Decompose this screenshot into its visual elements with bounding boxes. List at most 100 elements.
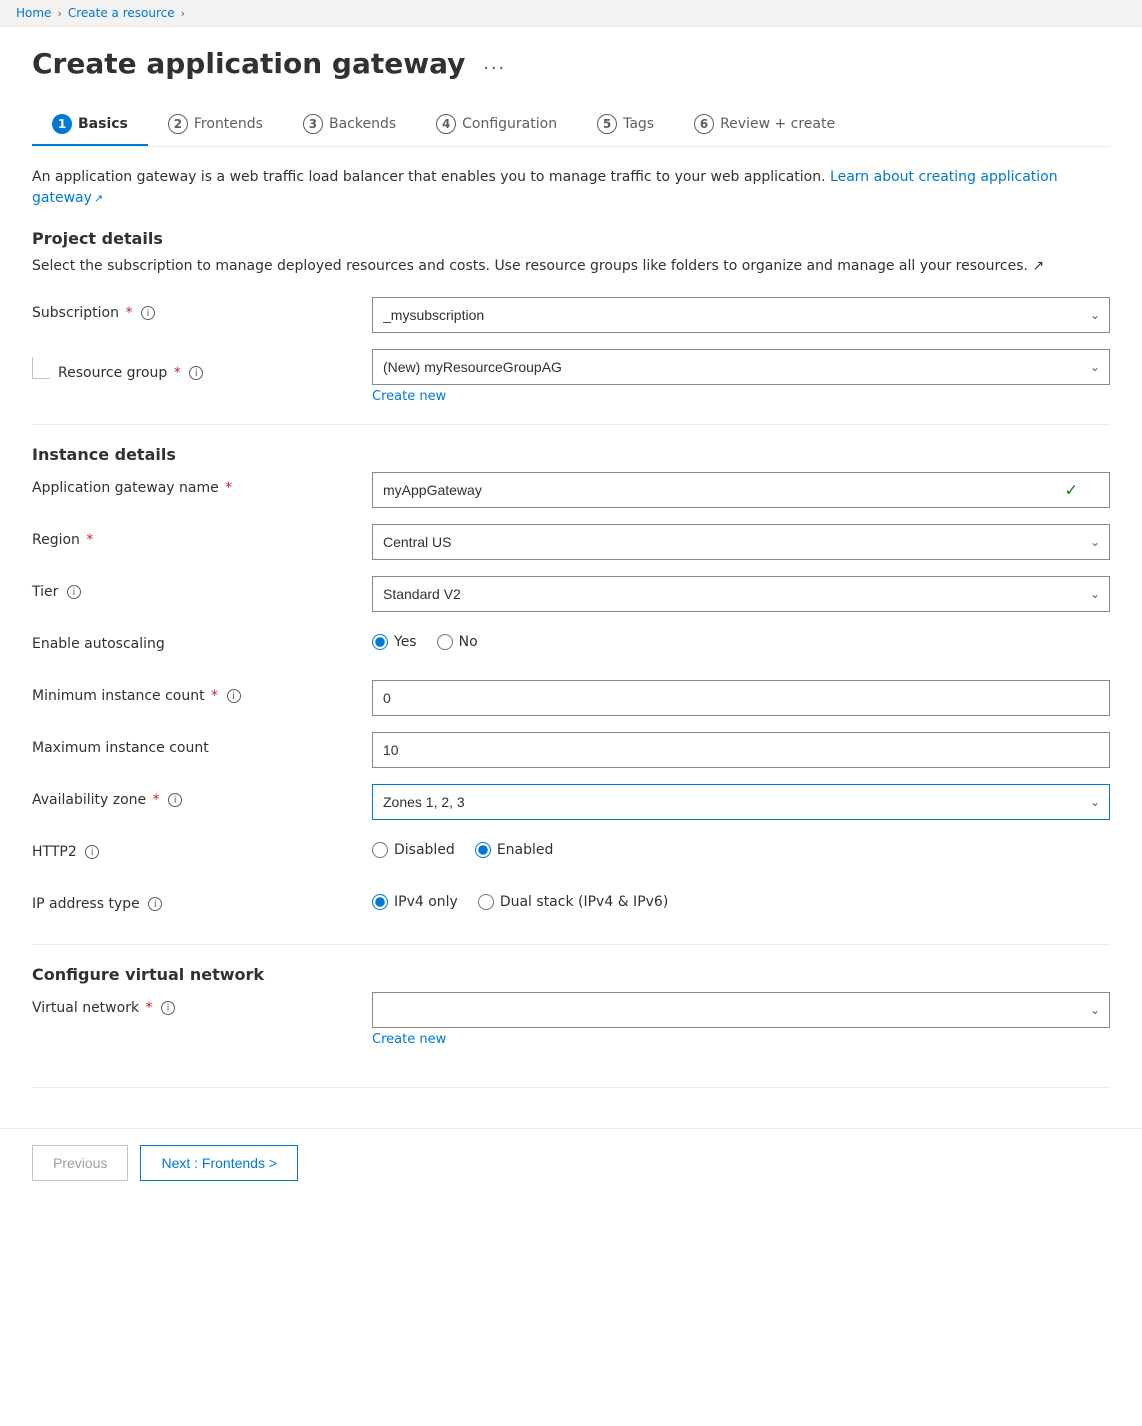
previous-button[interactable]: Previous [32,1145,128,1181]
avail-zone-required: * [153,792,160,808]
tier-row: Tier i Standard V2 ⌄ [32,576,1110,612]
project-details-title: Project details [32,229,1110,248]
subscription-control: _mysubscription ⌄ [372,297,1110,333]
tab-review-number: 6 [694,114,714,134]
min-count-required: * [211,688,218,704]
avail-zone-select[interactable]: Zones 1, 2, 3 [372,784,1110,820]
instance-details-title: Instance details [32,445,1110,464]
title-row: Create application gateway ... [32,47,1110,80]
avail-zone-info-icon[interactable]: i [168,793,182,807]
subscription-label-col: Subscription * i [32,297,372,321]
ip-type-radio-group: IPv4 only Dual stack (IPv4 & IPv6) [372,888,1110,910]
external-link-icon: ↗ [94,192,103,205]
http2-row: HTTP2 i Disabled Enabled [32,836,1110,872]
breadcrumb-sep2: › [181,7,185,20]
resource-group-control: (New) myResourceGroupAG ⌄ Create new [372,349,1110,404]
gateway-name-row: Application gateway name * ✓ [32,472,1110,508]
resource-group-select[interactable]: (New) myResourceGroupAG [372,349,1110,385]
http2-disabled-label[interactable]: Disabled [372,842,455,858]
tabs-bar: 1 Basics 2 Frontends 3 Backends 4 Config… [32,104,1110,147]
max-count-row: Maximum instance count [32,732,1110,768]
gateway-name-input-wrapper: ✓ [372,472,1110,508]
http2-label: HTTP2 [32,844,77,860]
tab-tags-number: 5 [597,114,617,134]
breadcrumb-home[interactable]: Home [16,6,51,20]
max-count-label-col: Maximum instance count [32,732,372,756]
gateway-name-label-col: Application gateway name * [32,472,372,496]
create-new-rg-link[interactable]: Create new [372,389,446,404]
autoscaling-yes-label[interactable]: Yes [372,634,417,650]
ip-type-ipv4-text: IPv4 only [394,894,458,910]
breadcrumb-create-resource[interactable]: Create a resource [68,6,175,20]
ip-type-dual-label[interactable]: Dual stack (IPv4 & IPv6) [478,894,668,910]
ip-type-dual-radio[interactable] [478,894,494,910]
http2-label-col: HTTP2 i [32,836,372,860]
resource-group-label: Resource group [58,365,167,381]
tab-basics-label: Basics [78,116,128,132]
autoscaling-no-label[interactable]: No [437,634,478,650]
vnet-label-col: Virtual network * i [32,992,372,1016]
tab-frontends-label: Frontends [194,116,263,132]
tab-tags-label: Tags [623,116,654,132]
subscription-info-icon[interactable]: i [141,306,155,320]
region-row: Region * Central US ⌄ [32,524,1110,560]
gateway-name-check-icon: ✓ [1065,481,1078,500]
http2-enabled-radio[interactable] [475,842,491,858]
http2-disabled-radio[interactable] [372,842,388,858]
tab-frontends-number: 2 [168,114,188,134]
resource-group-info-icon[interactable]: i [189,366,203,380]
project-desc-ext-icon: ↗ [1032,258,1044,274]
avail-zone-label-col: Availability zone * i [32,784,372,808]
tab-configuration-number: 4 [436,114,456,134]
min-count-label: Minimum instance count [32,688,205,704]
create-new-vnet-link[interactable]: Create new [372,1032,446,1047]
tier-dropdown-wrapper: Standard V2 ⌄ [372,576,1110,612]
region-label: Region [32,532,80,548]
gateway-name-required: * [225,480,232,496]
subscription-select[interactable]: _mysubscription [372,297,1110,333]
ip-type-info-icon[interactable]: i [148,897,162,911]
vnet-info-icon[interactable]: i [161,1001,175,1015]
max-count-input[interactable] [372,732,1110,768]
http2-enabled-label[interactable]: Enabled [475,842,554,858]
tab-frontends[interactable]: 2 Frontends [148,104,283,146]
ip-type-label-col: IP address type i [32,888,372,912]
tab-backends[interactable]: 3 Backends [283,104,416,146]
autoscaling-row: Enable autoscaling Yes No [32,628,1110,664]
max-count-control [372,732,1110,768]
tab-configuration-label: Configuration [462,116,557,132]
tab-configuration[interactable]: 4 Configuration [416,104,577,146]
http2-info-icon[interactable]: i [85,845,99,859]
gateway-name-control: ✓ [372,472,1110,508]
region-select[interactable]: Central US [372,524,1110,560]
tab-tags[interactable]: 5 Tags [577,104,674,146]
ip-type-ipv4-radio[interactable] [372,894,388,910]
next-button[interactable]: Next : Frontends > [140,1145,298,1181]
tab-review-label: Review + create [720,116,835,132]
avail-zone-dropdown-wrapper: Zones 1, 2, 3 ⌄ [372,784,1110,820]
gateway-name-input[interactable] [372,472,1110,508]
ip-type-control: IPv4 only Dual stack (IPv4 & IPv6) [372,888,1110,910]
ip-type-dual-text: Dual stack (IPv4 & IPv6) [500,894,668,910]
min-count-input[interactable] [372,680,1110,716]
tab-basics[interactable]: 1 Basics [32,104,148,146]
autoscaling-no-radio[interactable] [437,634,453,650]
tier-info-icon[interactable]: i [67,585,81,599]
vnet-select[interactable] [372,992,1110,1028]
min-count-row: Minimum instance count * i [32,680,1110,716]
avail-zone-control: Zones 1, 2, 3 ⌄ [372,784,1110,820]
min-count-info-icon[interactable]: i [227,689,241,703]
breadcrumb-sep1: › [57,7,61,20]
tier-select[interactable]: Standard V2 [372,576,1110,612]
ip-type-ipv4-label[interactable]: IPv4 only [372,894,458,910]
ellipsis-button[interactable]: ... [477,50,512,77]
region-dropdown-wrapper: Central US ⌄ [372,524,1110,560]
vnet-label: Virtual network [32,1000,139,1016]
tab-review-create[interactable]: 6 Review + create [674,104,855,146]
resource-group-row: Resource group * i (New) myResourceGroup… [32,349,1110,404]
autoscaling-yes-radio[interactable] [372,634,388,650]
divider-1 [32,424,1110,425]
tier-label: Tier [32,584,58,600]
description-text: An application gateway is a web traffic … [32,167,1110,209]
tab-basics-number: 1 [52,114,72,134]
